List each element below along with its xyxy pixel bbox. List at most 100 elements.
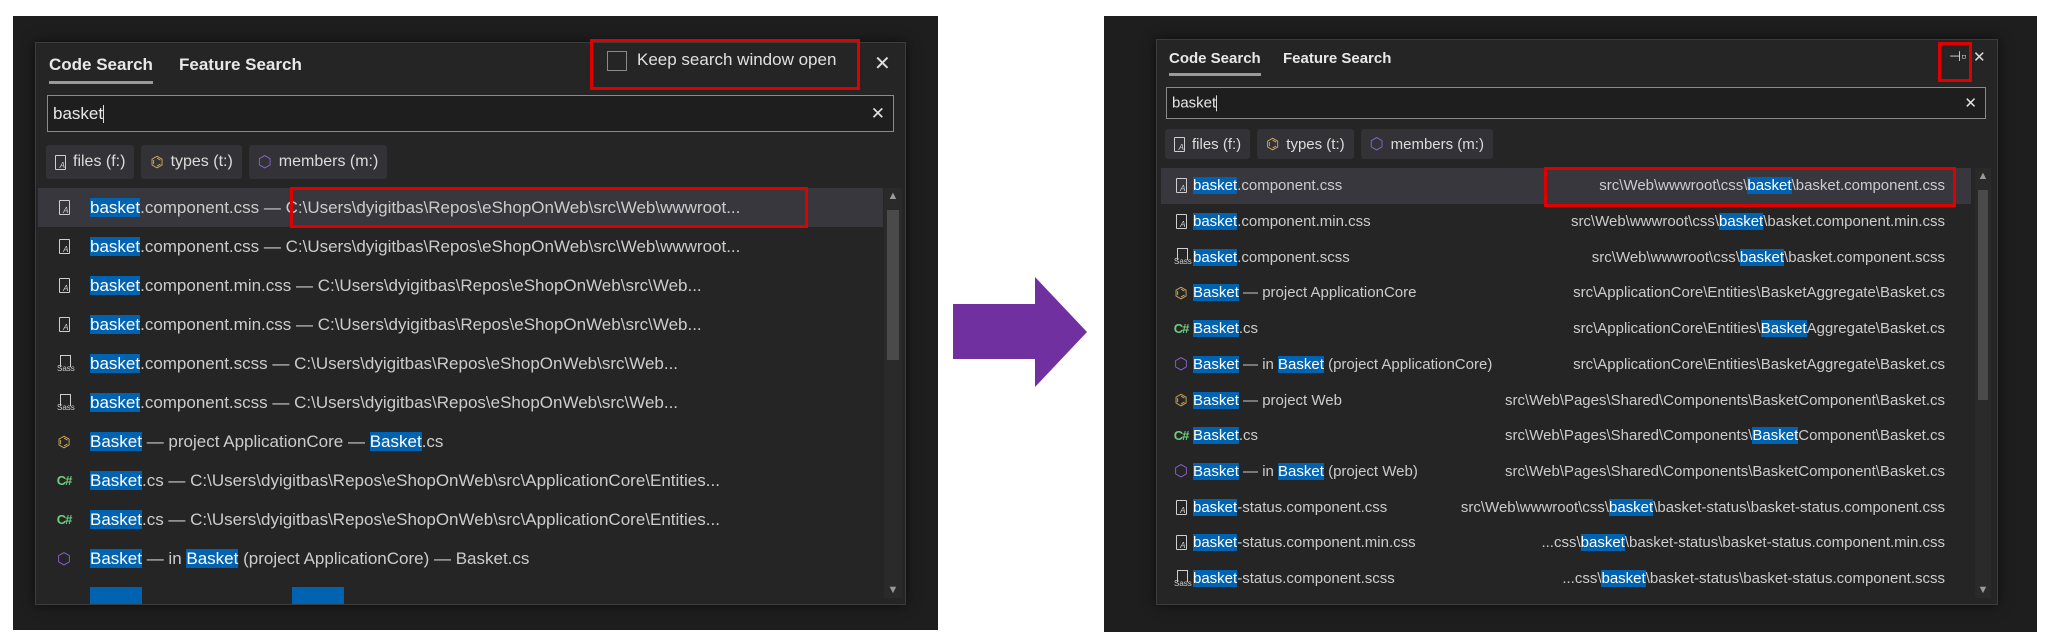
- result-name: basket.component.min.css: [1193, 213, 1371, 231]
- result-row[interactable]: Abasket-status.component.css src\Web\wwwr…: [1161, 489, 1971, 525]
- text-segment: src\Web\Pages\Shared\Components\: [1505, 427, 1753, 445]
- text-segment: src\Web\Pages\Shared\Components\BasketCo…: [1505, 462, 1945, 480]
- after-search-window: Code Search Feature Search ⊣▫ ✕ basket ✕…: [1156, 39, 1998, 605]
- tab-code-search[interactable]: Code Search: [1169, 50, 1261, 76]
- sass-file-icon: Sass: [57, 393, 75, 412]
- member-cube-icon: ⬡: [57, 550, 71, 568]
- result-row-partial[interactable]: [38, 578, 883, 604]
- checkbox-box[interactable]: [607, 50, 627, 71]
- text-segment: — project ApplicationCore —: [141, 431, 370, 451]
- result-name: basket.component.scss — C:\Users\dyigitb…: [90, 392, 679, 413]
- search-input[interactable]: basket ✕: [47, 95, 894, 132]
- result-row[interactable]: Abasket-status.component.min.css ...css\b…: [1161, 525, 1971, 561]
- result-name: basket.component.css — C:\Users\dyigitba…: [90, 236, 740, 257]
- csharp-file-icon: C#: [56, 512, 73, 527]
- result-row[interactable]: Sass basket.component.scss src\Web\wwwroot…: [1161, 239, 1971, 275]
- results-list: Abasket.component.css — C:\Users\dyigitb…: [38, 188, 883, 604]
- icon-slot: C#: [1169, 428, 1193, 443]
- filter-chip-member[interactable]: ⬡ members (m:): [248, 145, 388, 179]
- pin-icon[interactable]: ⊣▫: [1949, 48, 1966, 65]
- filter-chip-type[interactable]: ⌬ types (t:): [141, 145, 242, 179]
- result-row[interactable]: C# Basket.cs src\Web\Pages\Shared\Componen…: [1161, 418, 1971, 454]
- result-name: Basket.cs: [1193, 427, 1258, 445]
- icon-slot: A: [38, 239, 90, 254]
- clear-search-icon[interactable]: ✕: [1964, 94, 1977, 112]
- keep-open-checkbox[interactable]: Keep search window open: [607, 50, 836, 71]
- tab-code-search[interactable]: Code Search: [49, 55, 153, 84]
- result-row[interactable]: ⌬ Basket — project ApplicationCore — Bask…: [38, 422, 883, 461]
- match-highlight: Basket: [1278, 355, 1324, 373]
- text-segment: src\Web\Pages\Shared\Components\BasketCo…: [1505, 391, 1945, 409]
- filter-chip-file[interactable]: Afiles (f:): [1165, 129, 1251, 159]
- result-path: ...css\basket\basket-status\basket-statu…: [1562, 570, 1945, 588]
- clear-search-icon[interactable]: ✕: [871, 104, 885, 124]
- result-row[interactable]: Abasket.component.css src\Web\wwwroot\css…: [1161, 168, 1971, 204]
- text-segment: (project ApplicationCore): [1323, 355, 1493, 373]
- match-highlight: basket: [1747, 177, 1792, 195]
- result-row[interactable]: Sass basket.component.scss — C:\Users\dyi…: [38, 344, 883, 383]
- result-row[interactable]: Sass basket.component.scss — C:\Users\dyi…: [38, 383, 883, 422]
- close-icon[interactable]: ✕: [874, 51, 891, 76]
- match-highlight: Basket: [1193, 355, 1239, 373]
- text-segment: (project ApplicationCore) — Basket.cs: [238, 548, 530, 568]
- scroll-thumb[interactable]: [1978, 190, 1988, 400]
- result-row[interactable]: C# Basket.cs src\ApplicationCore\Entities\…: [1161, 311, 1971, 347]
- scroll-down-icon[interactable]: ▼: [884, 584, 902, 596]
- result-row[interactable]: ⌬ Basket — project Web src\Web\Pages\Share…: [1161, 382, 1971, 418]
- result-row[interactable]: ⬡ Basket — in Basket (project Web) src\Web…: [1161, 454, 1971, 490]
- search-input[interactable]: basket ✕: [1166, 87, 1986, 119]
- icon-slot: A: [1169, 499, 1193, 515]
- result-name: basket.component.scss — C:\Users\dyigitb…: [90, 353, 678, 374]
- match-highlight: basket: [90, 197, 141, 217]
- match-highlight: Basket: [1193, 320, 1239, 338]
- result-name: Basket — project ApplicationCore — Baske…: [90, 431, 443, 452]
- result-row[interactable]: C# Basket.cs — C:\Users\dyigitbas\Repos\e…: [38, 461, 883, 500]
- match-highlight: basket: [1193, 534, 1238, 552]
- result-row[interactable]: Abasket.component.min.css — C:\Users\dyi…: [38, 305, 883, 344]
- text-segment: — in: [1238, 355, 1279, 373]
- before-search-window: Code Search Feature Search Keep search w…: [35, 42, 906, 605]
- filter-chip-type[interactable]: ⌬ types (t:): [1257, 129, 1354, 159]
- match-highlight: basket: [1580, 534, 1625, 552]
- match-highlight: Basket: [90, 548, 142, 568]
- text-segment: -status.component.scss: [1237, 570, 1395, 588]
- text-segment: \basket-status\basket-status.component.c…: [1653, 498, 1945, 516]
- css-file-icon: A: [58, 200, 70, 215]
- result-row[interactable]: Abasket.component.min.css — C:\Users\dyi…: [38, 266, 883, 305]
- result-path: src\ApplicationCore\Entities\BasketAggre…: [1573, 284, 1945, 301]
- result-row[interactable]: Abasket.component.min.css src\Web\wwwroot…: [1161, 204, 1971, 240]
- results-scrollbar[interactable]: ▲ ▼: [884, 188, 902, 598]
- text-segment: src\Web\wwwroot\css\: [1570, 213, 1720, 231]
- match-highlight: basket: [1608, 498, 1654, 516]
- close-icon[interactable]: ✕: [1973, 48, 1986, 66]
- result-row[interactable]: ⬡ Basket — in Basket (project Application…: [38, 539, 883, 578]
- result-path: src\Web\Pages\Shared\Components\BasketCo…: [1505, 392, 1945, 409]
- scroll-thumb[interactable]: [887, 210, 899, 360]
- chip-label: members (m:): [278, 153, 379, 170]
- text-segment: \basket.component.css: [1791, 177, 1945, 195]
- chip-label: files (f:): [73, 153, 126, 170]
- text-segment: — in: [141, 548, 187, 568]
- result-row[interactable]: Abasket.component.css — C:\Users\dyigitb…: [38, 227, 883, 266]
- results-scrollbar[interactable]: ▲ ▼: [1975, 168, 1991, 598]
- result-path: src\Web\Pages\Shared\Components\BasketCo…: [1505, 463, 1945, 480]
- scroll-down-icon[interactable]: ▼: [1975, 584, 1991, 596]
- result-row[interactable]: ⌬ Basket — project ApplicationCore src\App…: [1161, 275, 1971, 311]
- tab-feature-search[interactable]: Feature Search: [1283, 50, 1391, 67]
- result-row[interactable]: C# Basket.cs — C:\Users\dyigitbas\Repos\e…: [38, 500, 883, 539]
- match-highlight: basket: [1193, 248, 1238, 266]
- result-name: Basket — in Basket (project Web): [1193, 462, 1418, 480]
- icon-slot: A: [38, 200, 90, 215]
- result-path: src\Web\wwwroot\css\basket\basket-status…: [1461, 498, 1945, 516]
- text-segment: .component.scss — C:\Users\dyigitbas\Rep…: [140, 392, 679, 412]
- filter-chip-file[interactable]: Afiles (f:): [46, 145, 135, 179]
- tab-feature-search[interactable]: Feature Search: [179, 55, 302, 75]
- filter-chip-member[interactable]: ⬡ members (m:): [1360, 129, 1493, 159]
- result-row[interactable]: Sass basket-status.component.scss ...css\b…: [1161, 561, 1971, 597]
- result-name: basket.component.css — C:\Users\dyigitba…: [90, 197, 740, 218]
- result-row[interactable]: ⬡ Basket — in Basket (project Application…: [1161, 347, 1971, 383]
- result-row[interactable]: Abasket.component.css — C:\Users\dyigitb…: [38, 188, 883, 227]
- scroll-up-icon[interactable]: ▲: [1975, 170, 1991, 182]
- scroll-up-icon[interactable]: ▲: [884, 190, 902, 202]
- result-name: basket-status.component.css: [1193, 498, 1387, 516]
